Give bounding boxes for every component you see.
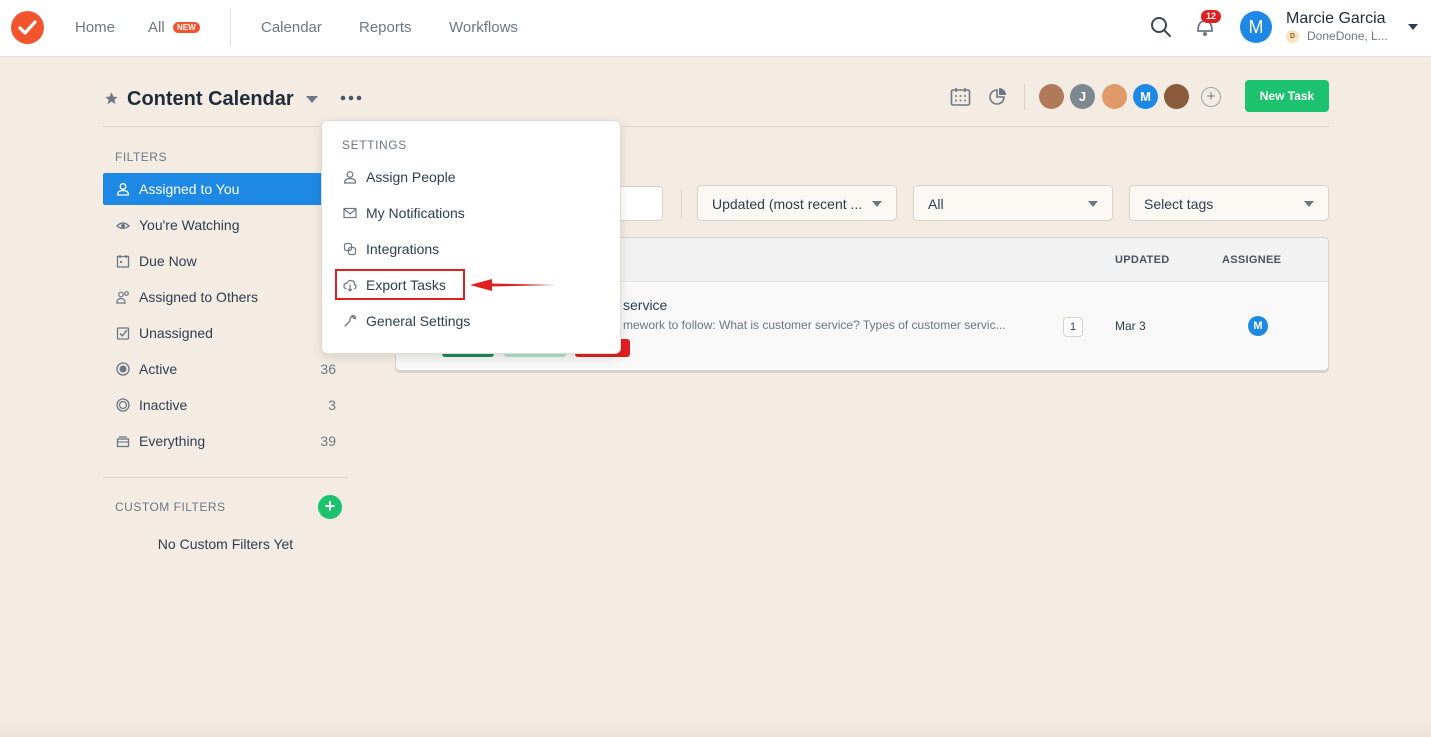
menu-item-general-settings[interactable]: General Settings xyxy=(336,306,606,336)
chevron-down-icon xyxy=(1088,201,1098,207)
user-name[interactable]: Marcie Garcia xyxy=(1286,10,1386,28)
people-icon xyxy=(116,291,129,304)
user-avatar[interactable]: M xyxy=(1240,11,1272,43)
menu-item-assign-people[interactable]: Assign People xyxy=(336,162,606,192)
radio-off-icon xyxy=(116,398,130,412)
nav-divider xyxy=(230,8,231,46)
filter-label: Inactive xyxy=(139,397,188,413)
team-avatar[interactable]: M xyxy=(1133,84,1158,109)
team-avatar[interactable] xyxy=(1039,84,1064,109)
menu-item-my-notifications[interactable]: My Notifications xyxy=(336,198,606,228)
filter-label: Active xyxy=(139,361,178,377)
toolbar-divider xyxy=(681,190,682,218)
menu-item-integrations[interactable]: Integrations xyxy=(336,234,606,264)
sidebar-divider xyxy=(103,477,348,478)
filter-active[interactable]: Active 36 xyxy=(103,353,348,385)
filter-label: You're Watching xyxy=(139,217,240,233)
filter-count: 39 xyxy=(320,433,336,449)
annotation-arrow-icon xyxy=(470,279,556,291)
page-title[interactable]: Content Calendar xyxy=(127,88,294,111)
team-avatar[interactable] xyxy=(1164,84,1189,109)
filter-youre-watching[interactable]: You're Watching xyxy=(103,209,348,241)
star-icon[interactable] xyxy=(104,91,119,106)
add-custom-filter-button[interactable]: + xyxy=(318,495,342,519)
eye-icon xyxy=(116,222,130,230)
header-divider xyxy=(1024,84,1025,110)
filter-inactive[interactable]: Inactive 3 xyxy=(103,389,348,421)
no-custom-filters-message: No Custom Filters Yet xyxy=(157,536,294,552)
header-divider-line xyxy=(103,126,1329,127)
tags-select[interactable]: Select tags xyxy=(1129,185,1329,221)
org-name: DoneDone, L... xyxy=(1307,29,1388,43)
filter-label: Assigned to Others xyxy=(139,289,259,305)
more-options-icon[interactable] xyxy=(340,95,362,101)
top-navigation: Home All NEW Calendar Reports Workflows … xyxy=(0,0,1431,57)
calendar-view-icon[interactable] xyxy=(950,87,971,107)
person-icon xyxy=(343,171,357,184)
status-select[interactable]: All xyxy=(913,185,1113,221)
menu-item-label: Integrations xyxy=(366,241,440,257)
column-header-updated[interactable]: UPDATED xyxy=(1115,254,1169,266)
assignee-avatar[interactable]: M xyxy=(1248,316,1268,336)
filter-count: 3 xyxy=(328,397,336,413)
nav-all[interactable]: All xyxy=(148,19,165,36)
envelope-icon xyxy=(343,207,357,219)
filter-everything[interactable]: Everything 39 xyxy=(103,425,348,457)
task-title[interactable]: service xyxy=(623,297,667,313)
sort-select[interactable]: Updated (most recent ... xyxy=(697,185,897,221)
nav-home[interactable]: Home xyxy=(75,19,115,36)
export-tasks-highlight-box xyxy=(335,269,465,300)
task-description: mework to follow: What is customer servi… xyxy=(623,318,1006,332)
tags-select-value: Select tags xyxy=(1144,196,1214,212)
checkmark-logo[interactable] xyxy=(11,11,44,44)
new-task-button[interactable]: New Task xyxy=(1245,80,1329,112)
wrench-icon xyxy=(344,314,357,327)
menu-item-label: My Notifications xyxy=(366,205,465,221)
filter-label: Due Now xyxy=(139,253,197,269)
calendar-icon xyxy=(116,255,130,268)
filters-heading: FILTERS xyxy=(115,150,167,164)
filter-label: Assigned to You xyxy=(139,181,240,197)
radio-on-icon xyxy=(116,362,130,376)
new-badge: NEW xyxy=(173,22,200,33)
chevron-down-icon xyxy=(1304,201,1314,207)
settings-menu: SETTINGS Assign People My Notifications … xyxy=(321,120,621,354)
updated-date: Mar 3 xyxy=(1115,319,1146,333)
title-chevron-down-icon[interactable] xyxy=(306,96,318,103)
chevron-down-icon xyxy=(872,201,882,207)
settings-heading: SETTINGS xyxy=(342,138,407,152)
filter-label: Unassigned xyxy=(139,325,213,341)
nav-reports[interactable]: Reports xyxy=(359,19,412,36)
add-people-button[interactable]: + xyxy=(1201,87,1221,107)
comment-count: 1 xyxy=(1063,317,1083,337)
integrations-icon xyxy=(343,242,357,256)
filter-unassigned[interactable]: Unassigned xyxy=(103,317,348,349)
team-avatar[interactable] xyxy=(1102,84,1127,109)
pie-chart-icon[interactable] xyxy=(987,87,1007,107)
filter-count: 36 xyxy=(320,361,336,377)
person-icon xyxy=(116,183,130,196)
chevron-down-icon[interactable] xyxy=(1408,24,1418,30)
stack-icon xyxy=(116,436,130,448)
menu-item-label: General Settings xyxy=(366,313,471,329)
filter-assigned-to-you[interactable]: Assigned to You xyxy=(103,173,348,205)
sort-select-value: Updated (most recent ... xyxy=(712,196,863,212)
team-avatar[interactable]: J xyxy=(1070,84,1095,109)
menu-item-label: Assign People xyxy=(366,169,456,185)
column-header-assignee[interactable]: ASSIGNEE xyxy=(1222,254,1281,266)
page-bottom-shade xyxy=(0,715,1431,737)
nav-calendar[interactable]: Calendar xyxy=(261,19,322,36)
nav-workflows[interactable]: Workflows xyxy=(449,19,518,36)
org-badge: D xyxy=(1286,30,1299,43)
filter-assigned-to-others[interactable]: Assigned to Others xyxy=(103,281,348,313)
filter-due-now[interactable]: Due Now xyxy=(103,245,348,277)
custom-filters-heading: CUSTOM FILTERS xyxy=(115,500,226,514)
search-icon[interactable] xyxy=(1150,16,1172,38)
checkbox-icon xyxy=(116,327,130,340)
filter-label: Everything xyxy=(139,433,206,449)
status-select-value: All xyxy=(928,196,944,212)
notification-count-badge: 12 xyxy=(1201,10,1221,23)
